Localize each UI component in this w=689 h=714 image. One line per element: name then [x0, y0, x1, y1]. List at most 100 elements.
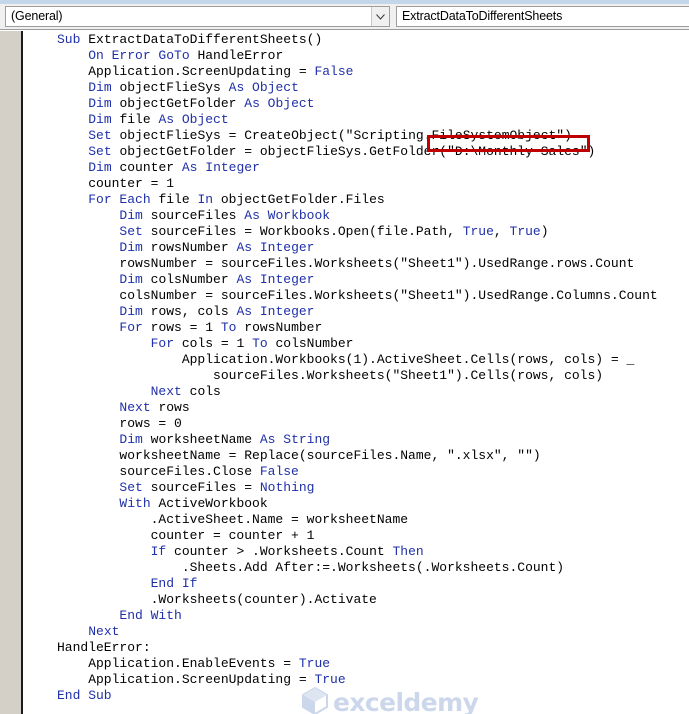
code-keyword: Dim	[88, 112, 120, 127]
chevron-down-icon[interactable]	[371, 7, 389, 26]
code-line: With ActiveWorkbook	[23, 496, 689, 512]
code-keyword: Dim	[88, 96, 120, 111]
code-keyword: End With	[119, 608, 182, 623]
code-line: sourceFiles.Worksheets("Sheet1").Cells(r…	[23, 368, 689, 384]
code-line: If counter > .Worksheets.Count Then	[23, 544, 689, 560]
code-token: file	[119, 112, 159, 127]
vba-code-text[interactable]: Sub ExtractDataToDifferentSheets() On Er…	[23, 32, 689, 704]
code-keyword: As Object	[244, 96, 315, 111]
code-keyword: True	[462, 224, 494, 239]
code-keyword: Next	[150, 384, 190, 399]
code-token: sourceFiles = Workbooks.Open(file.Path,	[150, 224, 463, 239]
code-line: Application.Workbooks(1).ActiveSheet.Cel…	[23, 352, 689, 368]
code-line: For rows = 1 To rowsNumber	[23, 320, 689, 336]
object-combo-box[interactable]: (General)	[5, 6, 390, 27]
code-keyword: Set	[88, 128, 120, 143]
margin-indicator-bar[interactable]	[0, 31, 21, 714]
code-line: Dim objectFlieSys As Object	[23, 80, 689, 96]
code-keyword: False	[314, 64, 354, 79]
code-line: Next cols	[23, 384, 689, 400]
code-line: .Sheets.Add After:=.Worksheets(.Workshee…	[23, 560, 689, 576]
code-token: .Sheets.Add After:=.Worksheets(.Workshee…	[57, 560, 565, 575]
code-token: objectGetFolder = objectFlieSys.GetFolde…	[119, 144, 596, 159]
code-token: objectGetFolder.Files	[220, 192, 385, 207]
code-token: colsNumber	[150, 272, 237, 287]
code-keyword: Set	[119, 480, 151, 495]
code-line: HandleError:	[23, 640, 689, 656]
code-line: End With	[23, 608, 689, 624]
code-line: End If	[23, 576, 689, 592]
code-line: Set sourceFiles = Workbooks.Open(file.Pa…	[23, 224, 689, 240]
code-token: rowsNumber	[150, 240, 237, 255]
code-token: HandleError	[197, 48, 284, 63]
code-keyword: Then	[392, 544, 424, 559]
code-keyword: Dim	[119, 240, 151, 255]
code-keyword: As Integer	[181, 160, 260, 175]
code-keyword: As Integer	[236, 272, 315, 287]
code-line: Dim objectGetFolder As Object	[23, 96, 689, 112]
code-keyword: For Each	[88, 192, 159, 207]
code-keyword: False	[259, 464, 299, 479]
code-token: rowsNumber = sourceFiles.Worksheets("She…	[57, 256, 635, 271]
code-keyword: End Sub	[57, 688, 112, 703]
code-token: counter = 1	[57, 176, 175, 191]
code-line: Next rows	[23, 400, 689, 416]
code-line: Dim file As Object	[23, 112, 689, 128]
code-token: objectGetFolder	[119, 96, 245, 111]
code-token: worksheetName = Replace(sourceFiles.Name…	[57, 448, 541, 463]
procedure-combo-box[interactable]: ExtractDataToDifferentSheets	[396, 6, 689, 27]
code-keyword: For	[119, 320, 151, 335]
code-keyword: End If	[150, 576, 198, 591]
code-keyword: As String	[259, 432, 331, 447]
code-token: objectFlieSys	[119, 80, 229, 95]
code-line: Application.ScreenUpdating = True	[23, 672, 689, 688]
code-keyword: In	[197, 192, 221, 207]
code-token: ,	[493, 224, 510, 239]
code-line: Set sourceFiles = Nothing	[23, 480, 689, 496]
code-keyword: True	[314, 672, 346, 687]
code-line: Dim rows, cols As Integer	[23, 304, 689, 320]
code-token: ActiveWorkbook	[158, 496, 268, 511]
code-token: Application.Workbooks(1).ActiveSheet.Cel…	[57, 352, 635, 367]
code-line: .Worksheets(counter).Activate	[23, 592, 689, 608]
code-keyword: Dim	[119, 304, 151, 319]
code-keyword: Set	[119, 224, 151, 239]
code-token: objectFlieSys = CreateObject("Scripting.…	[119, 128, 572, 143]
code-line: counter = counter + 1	[23, 528, 689, 544]
code-token: Application.EnableEvents =	[57, 656, 299, 671]
code-line: Application.EnableEvents = True	[23, 656, 689, 672]
code-token: rowsNumber	[244, 320, 323, 335]
code-keyword: As Object	[158, 112, 229, 127]
code-keyword: True	[298, 656, 331, 671]
code-line: sourceFiles.Close False	[23, 464, 689, 480]
code-token: HandleError:	[57, 640, 151, 655]
code-keyword: Nothing	[259, 480, 315, 495]
code-line: rowsNumber = sourceFiles.Worksheets("She…	[23, 256, 689, 272]
code-keyword: True	[509, 224, 541, 239]
code-keyword: As Object	[228, 80, 299, 95]
code-line: Set objectFlieSys = CreateObject("Script…	[23, 128, 689, 144]
code-line: On Error GoTo HandleError	[23, 48, 689, 64]
code-keyword: Sub	[57, 32, 89, 47]
code-token: rows = 0	[57, 416, 182, 431]
code-window-toolbar: (General) ExtractDataToDifferentSheets	[0, 4, 689, 30]
code-token: sourceFiles =	[150, 480, 260, 495]
code-keyword: Next	[88, 624, 120, 639]
code-keyword: On Error GoTo	[88, 48, 198, 63]
code-editor-pane[interactable]: Sub ExtractDataToDifferentSheets() On Er…	[0, 31, 689, 714]
